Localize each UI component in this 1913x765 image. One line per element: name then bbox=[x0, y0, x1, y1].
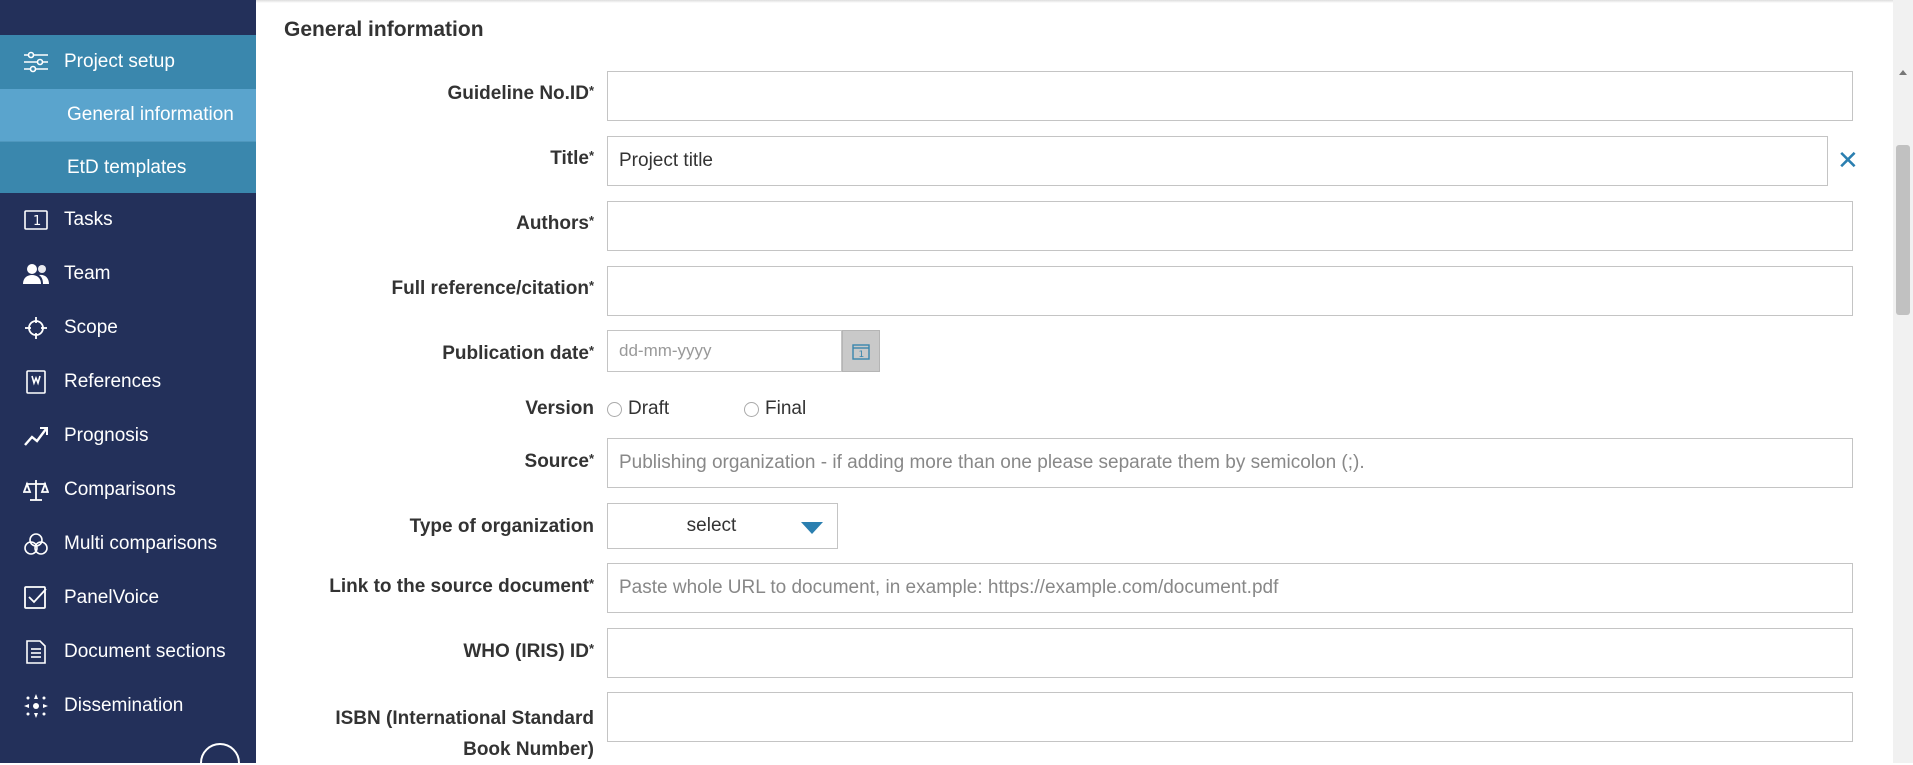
radio-circle[interactable] bbox=[607, 401, 622, 417]
main-content: General information Guideline No.ID* Tit… bbox=[256, 0, 1893, 763]
pubdate-label: Publication date* bbox=[276, 343, 594, 365]
who-iris-label-text: WHO (IRIS) ID bbox=[463, 641, 589, 662]
link-input[interactable]: Paste whole URL to document, in example:… bbox=[607, 563, 1853, 613]
svg-text:1: 1 bbox=[33, 214, 41, 229]
sidebar-item-label: Scope bbox=[64, 317, 118, 338]
required-mark: * bbox=[588, 278, 594, 293]
calendar-icon: 1 bbox=[852, 343, 870, 360]
sidebar-item-references[interactable]: References bbox=[0, 355, 256, 409]
citation-label: Full reference/citation* bbox=[276, 278, 594, 300]
guideline-id-label-text: Guideline No.ID bbox=[447, 83, 589, 104]
version-draft-radio[interactable]: Draft bbox=[607, 398, 669, 420]
sidebar-subitem-label: EtD templates bbox=[67, 156, 187, 178]
sidebar-item-label: Team bbox=[64, 263, 111, 284]
isbn-input[interactable] bbox=[607, 692, 1853, 742]
sidebar-item-comparisons[interactable]: Comparisons bbox=[0, 463, 256, 517]
section-title: General information bbox=[284, 18, 484, 41]
sidebar-item-team[interactable]: Team bbox=[0, 247, 256, 301]
isbn-label: ISBN (International Standard Book Number… bbox=[276, 703, 594, 765]
sidebar-item-label: PanelVoice bbox=[64, 587, 160, 608]
team-icon bbox=[22, 260, 50, 288]
prognosis-icon bbox=[22, 422, 50, 450]
sidebar-item-multi-comparisons[interactable]: Multi comparisons bbox=[0, 517, 256, 571]
required-mark: * bbox=[588, 576, 594, 591]
sidebar-item-tasks[interactable]: 1 Tasks bbox=[0, 193, 256, 247]
required-mark: * bbox=[588, 148, 594, 163]
sidebar-item-dissemination[interactable]: Dissemination bbox=[0, 679, 256, 733]
sidebar-item-project-setup[interactable]: Project setup bbox=[0, 35, 256, 89]
guideline-id-input[interactable] bbox=[607, 71, 1853, 121]
sidebar-item-document-sections[interactable]: Document sections bbox=[0, 625, 256, 679]
sidebar-subitem-etd-templates[interactable]: EtD templates bbox=[0, 141, 256, 193]
sidebar-top-spacer bbox=[0, 0, 256, 35]
required-mark: * bbox=[588, 343, 594, 358]
isbn-label-line-1: ISBN (International Standard bbox=[335, 708, 594, 729]
citation-label-text: Full reference/citation bbox=[391, 278, 589, 299]
authors-label: Authors* bbox=[276, 213, 594, 235]
pubdate-label-text: Publication date bbox=[442, 343, 589, 364]
version-draft-label: Draft bbox=[628, 398, 670, 419]
sidebar: Project setup General information EtD te… bbox=[0, 0, 256, 763]
pubdate-input[interactable]: dd-mm-yyyy bbox=[607, 330, 842, 372]
radio-circle[interactable] bbox=[744, 401, 759, 417]
citation-input[interactable] bbox=[607, 266, 1853, 316]
document-sections-icon bbox=[22, 638, 50, 666]
source-label-text: Source bbox=[524, 451, 589, 472]
svg-text:1: 1 bbox=[859, 350, 865, 360]
required-mark: * bbox=[588, 213, 594, 228]
org-type-label: Type of organization bbox=[409, 516, 594, 537]
link-label: Link to the source document* bbox=[276, 576, 594, 598]
isbn-label-line-2: Book Number) bbox=[463, 739, 594, 760]
who-iris-input[interactable] bbox=[607, 628, 1853, 678]
multi-comparisons-icon bbox=[22, 530, 50, 558]
dissemination-icon bbox=[22, 692, 50, 720]
dropdown-arrow-icon bbox=[801, 522, 823, 534]
tasks-icon: 1 bbox=[22, 206, 50, 234]
sidebar-collapse-button[interactable] bbox=[200, 743, 240, 763]
source-input[interactable]: Publishing organization - if adding more… bbox=[607, 438, 1853, 488]
sidebar-subitem-label: General information bbox=[67, 104, 234, 125]
version-final-label: Final bbox=[765, 398, 807, 419]
sliders-icon bbox=[22, 48, 50, 76]
sidebar-item-label: Dissemination bbox=[64, 695, 184, 716]
sidebar-item-scope[interactable]: Scope bbox=[0, 301, 256, 355]
sidebar-item-label: Multi comparisons bbox=[64, 533, 218, 554]
sidebar-subitem-general-information[interactable]: General information bbox=[0, 89, 256, 141]
who-iris-label: WHO (IRIS) ID* bbox=[276, 641, 594, 663]
top-divider bbox=[256, 0, 1893, 3]
sidebar-item-label: Project setup bbox=[64, 51, 175, 72]
title-label-text: Title bbox=[550, 148, 589, 169]
title-input[interactable]: Project title bbox=[607, 136, 1828, 186]
sidebar-item-label: Comparisons bbox=[64, 479, 176, 500]
sidebar-item-label: Document sections bbox=[64, 641, 226, 662]
scroll-up-arrow-icon[interactable] bbox=[1899, 70, 1907, 75]
sidebar-item-panelvoice[interactable]: PanelVoice bbox=[0, 571, 256, 625]
sidebar-item-label: Tasks bbox=[64, 209, 113, 230]
org-type-value: select bbox=[686, 515, 737, 536]
scrollbar-thumb[interactable] bbox=[1896, 145, 1910, 315]
required-mark: * bbox=[588, 83, 594, 98]
references-icon bbox=[22, 368, 50, 396]
sidebar-item-prognosis[interactable]: Prognosis bbox=[0, 409, 256, 463]
authors-label-text: Authors bbox=[516, 213, 589, 234]
clear-title-icon[interactable]: ✕ bbox=[1837, 145, 1859, 176]
authors-input[interactable] bbox=[607, 201, 1853, 251]
sidebar-item-label: Prognosis bbox=[64, 425, 149, 446]
sidebar-item-label: References bbox=[64, 371, 162, 392]
scope-icon bbox=[22, 314, 50, 342]
version-label: Version bbox=[525, 398, 594, 419]
required-mark: * bbox=[588, 641, 594, 656]
title-label: Title* bbox=[276, 148, 594, 170]
scrollbar[interactable] bbox=[1893, 0, 1913, 763]
calendar-button[interactable]: 1 bbox=[842, 330, 880, 372]
panelvoice-icon bbox=[22, 584, 50, 612]
required-mark: * bbox=[588, 451, 594, 466]
link-label-text: Link to the source document bbox=[329, 576, 589, 597]
version-final-radio[interactable]: Final bbox=[744, 398, 806, 420]
guideline-id-label: Guideline No.ID* bbox=[276, 83, 594, 105]
comparisons-icon bbox=[22, 476, 50, 504]
source-label: Source* bbox=[276, 451, 594, 473]
org-type-select[interactable]: select bbox=[607, 503, 838, 549]
